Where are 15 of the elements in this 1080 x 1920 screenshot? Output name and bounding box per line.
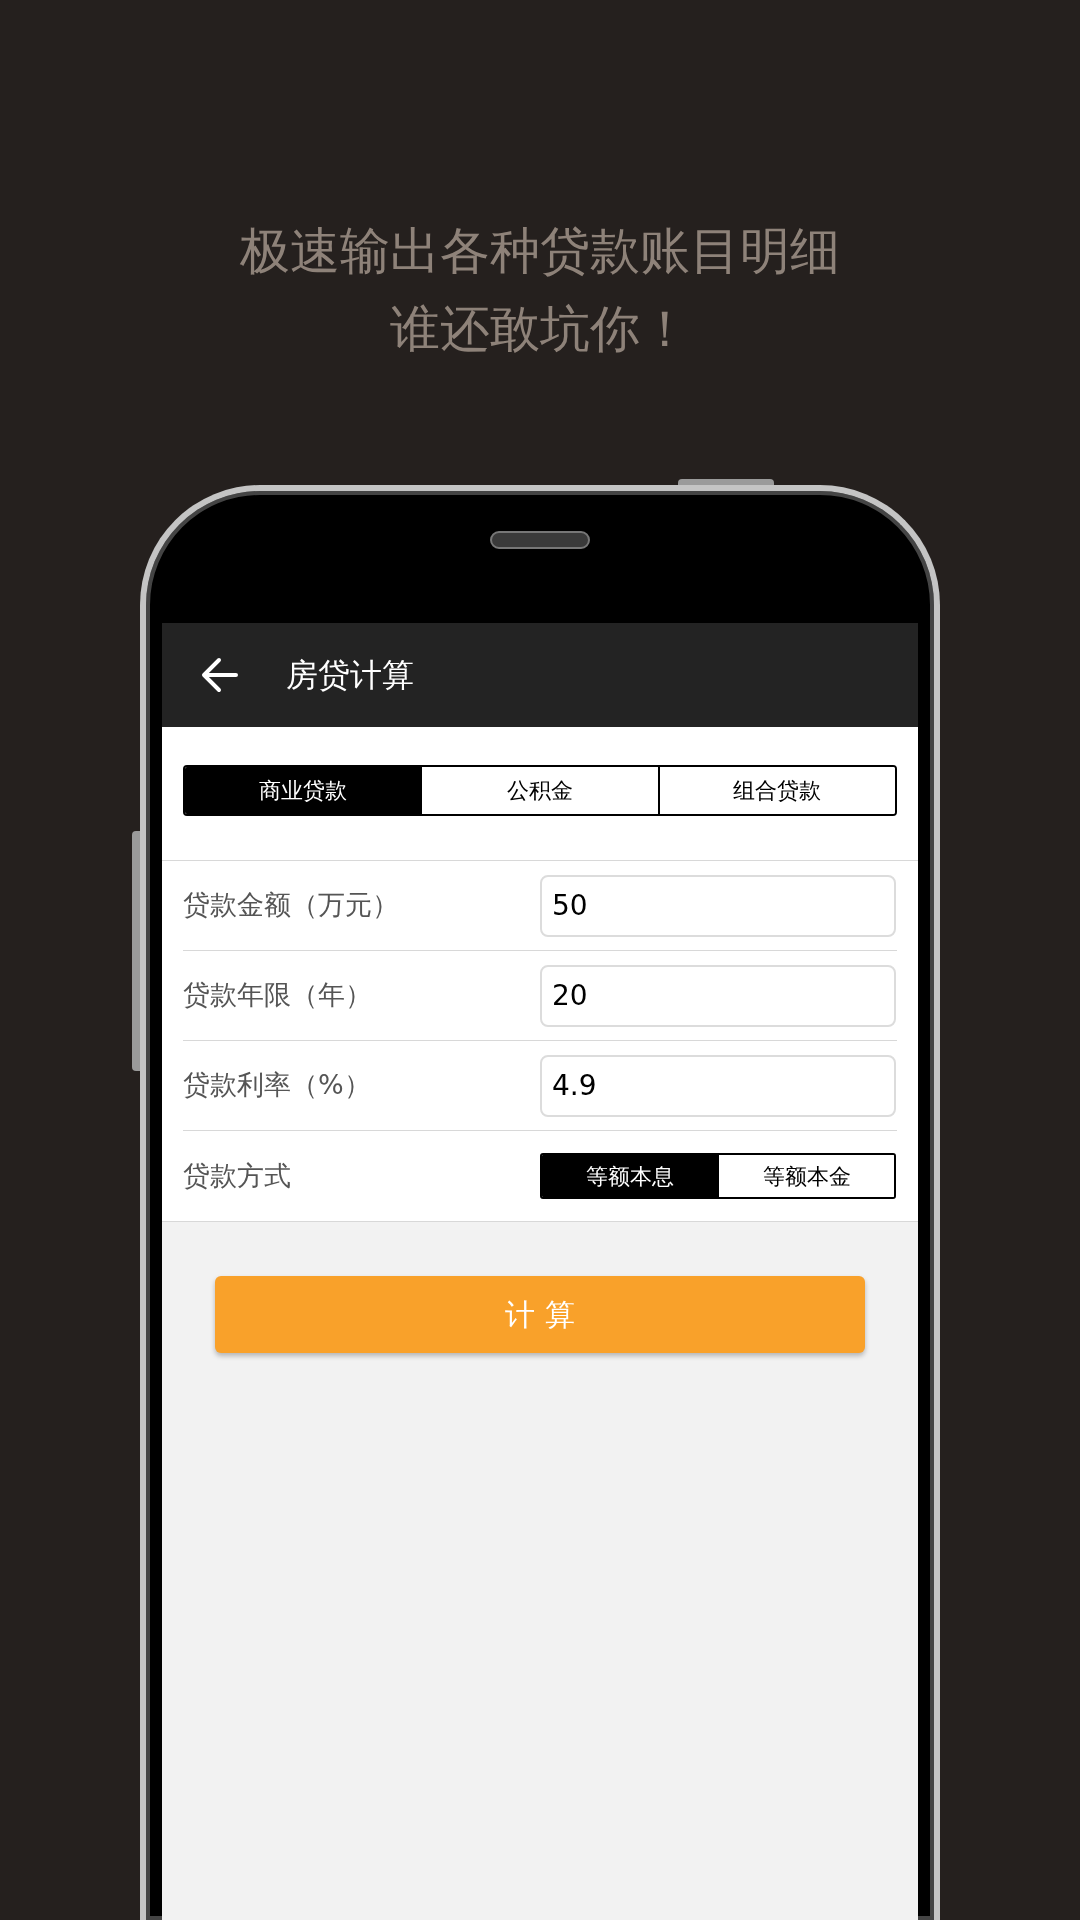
app-bar-title: 房贷计算 xyxy=(286,655,414,696)
headline-text: 谁还敢坑你！ xyxy=(390,299,690,360)
repayment-option[interactable]: 等额本金 xyxy=(717,1155,894,1197)
repayment-option[interactable]: 等额本息 xyxy=(542,1155,717,1197)
back-arrow-icon[interactable] xyxy=(200,655,240,695)
loan-type-tab[interactable]: 组合贷款 xyxy=(657,767,895,814)
field-label: 贷款利率（%） xyxy=(183,1068,372,1103)
field-label: 贷款方式 xyxy=(183,1158,292,1193)
input-field[interactable]: 50 xyxy=(540,874,896,937)
input-field[interactable]: 20 xyxy=(540,964,896,1027)
headline-text: 极速输出各种贷款账目明细 xyxy=(240,221,840,282)
loan-type-tab[interactable]: 商业贷款 xyxy=(185,767,421,814)
field-label: 贷款年限（年） xyxy=(183,978,373,1013)
input-field[interactable]: 4.9 xyxy=(540,1054,896,1117)
field-label: 贷款金额（万元） xyxy=(183,888,400,923)
